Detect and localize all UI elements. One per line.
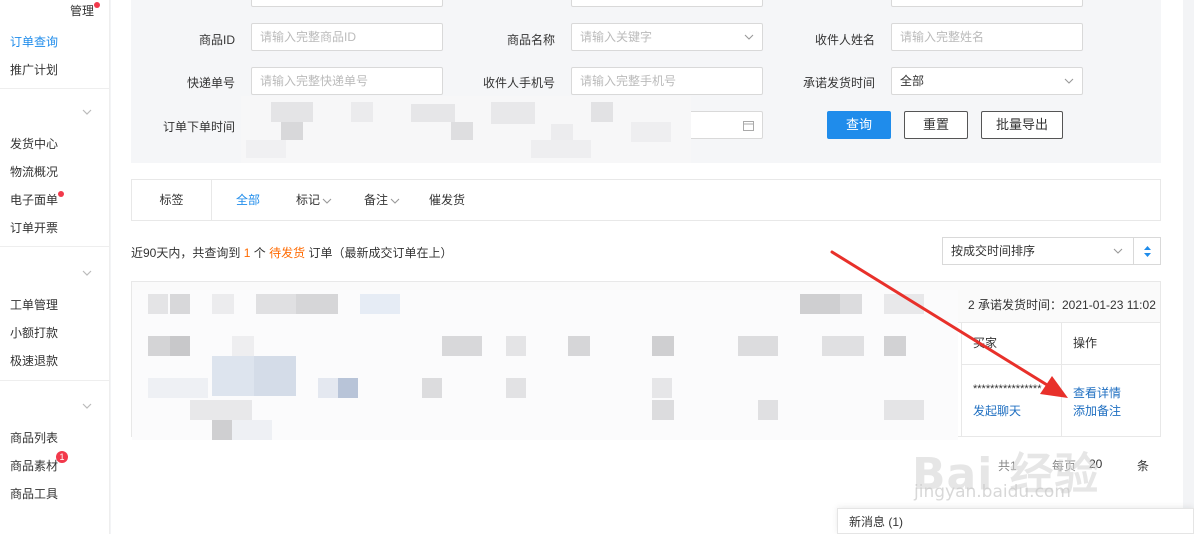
buyer-column-header: 买家 (973, 336, 998, 350)
receiver-phone-label: 收件人手机号 (482, 76, 555, 90)
search-button[interactable]: 查询 (827, 111, 891, 139)
calendar-icon (743, 121, 754, 131)
product-name-select[interactable]: 请输入关键字 (571, 23, 763, 51)
sidebar-item-fast-refund[interactable]: 极速退款 (10, 352, 58, 369)
sidebar-item-shipping-center[interactable]: 发货中心 (10, 135, 58, 152)
sidebar-item-ticket-management[interactable]: 工单管理 (10, 296, 58, 313)
cut-off-input[interactable] (571, 0, 763, 7)
promise-ship-time: 2 承诺发货时间：2021-01-23 11:02 (968, 298, 1156, 312)
action-column-header: 操作 (1073, 336, 1098, 350)
start-chat-link[interactable]: 发起聊天 (973, 402, 1021, 419)
product-name-label: 商品名称 (506, 33, 555, 47)
cut-off-input[interactable] (891, 0, 1083, 7)
header-divider (961, 364, 1160, 365)
tab-urge-shipping[interactable]: 催发货 (429, 180, 465, 220)
count-badge: 1 (56, 451, 69, 463)
order-card: 2 承诺发货时间：2021-01-23 11:02 买家 操作 ********… (131, 281, 1161, 440)
chevron-down-icon (1064, 78, 1074, 84)
reset-button[interactable]: 重置 (904, 111, 968, 139)
sidebar-divider (0, 380, 110, 381)
chevron-down-icon (1113, 248, 1123, 254)
product-id-label: 商品ID (198, 33, 235, 47)
sidebar-divider (0, 246, 110, 247)
sidebar-item-order-query[interactable]: 订单查询 (10, 33, 58, 50)
tabs-label: 标签 (132, 180, 212, 220)
notification-dot (58, 191, 65, 197)
order-tabs: 标签 全部 标记 备注 催发货 (131, 179, 1161, 221)
view-detail-link[interactable]: 查看详情 (1073, 384, 1121, 401)
chevron-down-icon (322, 198, 332, 204)
sort-select[interactable]: 按成交时间排序 (942, 237, 1134, 265)
sidebar-item-e-waybill[interactable]: 电子面单 (10, 191, 65, 208)
chevron-down-icon (390, 198, 400, 204)
sidebar: 管理 订单查询 推广计划 发货中心 物流概况 电子面单 订单开票 工单管理 小额… (0, 0, 110, 534)
column-divider (1061, 323, 1062, 437)
sidebar-item-order-invoice[interactable]: 订单开票 (10, 219, 58, 236)
sidebar-item-small-payment[interactable]: 小额打款 (10, 324, 58, 341)
sidebar-item-promotion-plan[interactable]: 推广计划 (10, 61, 58, 78)
sidebar-item-product-tools[interactable]: 商品工具 (10, 485, 58, 502)
sidebar-item-manage[interactable]: 管理 (70, 2, 101, 19)
query-summary: 近90天内，共查询到 1 个 待发货 订单（最新成交订单在上） (131, 246, 453, 260)
tab-note[interactable]: 备注 (364, 180, 400, 220)
sort-arrows-icon (1144, 246, 1151, 257)
order-query-page: 管理 订单查询 推广计划 发货中心 物流概况 电子面单 订单开票 工单管理 小额… (0, 0, 1194, 534)
sidebar-item-product-list[interactable]: 商品列表 (10, 429, 58, 446)
cut-off-input[interactable] (251, 0, 443, 7)
product-id-input[interactable]: 请输入完整商品ID (251, 23, 443, 51)
redacted-mosaic (132, 282, 958, 442)
filter-panel: 商品ID 请输入完整商品ID 商品名称 请输入关键字 收件人姓名 请输入完整姓名… (131, 0, 1161, 163)
baidu-watermark: Bai 经验 jingyan.baidu.com (912, 438, 1142, 518)
tracking-no-label: 快递单号 (186, 76, 235, 90)
receiver-name-label: 收件人姓名 (814, 33, 875, 47)
column-divider (961, 323, 962, 437)
tab-flag[interactable]: 标记 (296, 180, 332, 220)
add-note-link[interactable]: 添加备注 (1073, 402, 1121, 419)
promise-time-label: 承诺发货时间 (802, 76, 875, 90)
tab-all[interactable]: 全部 (236, 180, 260, 220)
watermark-url: jingyan.baidu.com (914, 482, 1071, 502)
redacted-mosaic (241, 96, 691, 163)
sidebar-divider (0, 88, 110, 89)
chevron-down-icon[interactable] (82, 401, 92, 411)
promise-time-select[interactable]: 全部 (891, 67, 1083, 95)
chevron-down-icon (744, 34, 754, 40)
notification-dot (94, 2, 101, 8)
batch-export-button[interactable]: 批量导出 (981, 111, 1063, 139)
receiver-name-input[interactable]: 请输入完整姓名 (891, 23, 1083, 51)
chevron-down-icon[interactable] (82, 107, 92, 117)
chevron-down-icon[interactable] (82, 268, 92, 278)
buyer-name: **************** (973, 383, 1042, 395)
receiver-phone-input[interactable]: 请输入完整手机号 (571, 67, 763, 95)
sort-direction-button[interactable] (1133, 237, 1161, 265)
tracking-no-input[interactable]: 请输入完整快递单号 (251, 67, 443, 95)
sidebar-item-logistics-overview[interactable]: 物流概况 (10, 163, 58, 180)
order-time-label: 订单下单时间 (162, 120, 235, 134)
page-gutter (1183, 0, 1194, 534)
sidebar-item-product-assets[interactable]: 商品素材 1 (10, 451, 69, 474)
